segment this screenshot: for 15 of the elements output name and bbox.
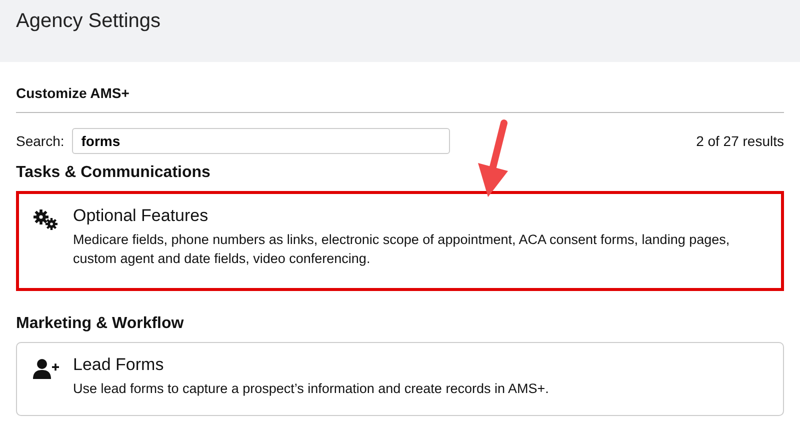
- page-title: Agency Settings: [16, 10, 161, 32]
- card-title: Optional Features: [73, 206, 210, 226]
- card-title: Lead Forms: [73, 355, 165, 375]
- settings-card[interactable]: Lead Forms Use lead forms to capture a prospect’s information and create records in AMS+.: [16, 342, 784, 416]
- search-field[interactable]: forms: [72, 128, 450, 154]
- section-title: Customize AMS+: [16, 62, 784, 113]
- search-label: Search:: [16, 133, 64, 149]
- settings-card[interactable]: Optional Features Medicare fields, phone numbers as links, electronic scope of appointment, ACA consent forms, landing pages, custom agent and date fields, video conferencing.: [16, 191, 784, 291]
- group-heading: Marketing & Workflow: [16, 315, 185, 333]
- card-description: Use lead forms to capture a prospect’s information and create records in AMS+.: [73, 380, 549, 398]
- user-plus-icon: [33, 358, 59, 380]
- group-heading: Tasks & Communications: [16, 164, 212, 182]
- card-description: Medicare fields, phone numbers as links, electronic scope of appointment, ACA consent forms, landing pages, custom agent and date fields, video conferencing.: [73, 231, 731, 268]
- results-count: 2 of 27 results: [696, 133, 784, 149]
- gears-icon: [33, 209, 59, 231]
